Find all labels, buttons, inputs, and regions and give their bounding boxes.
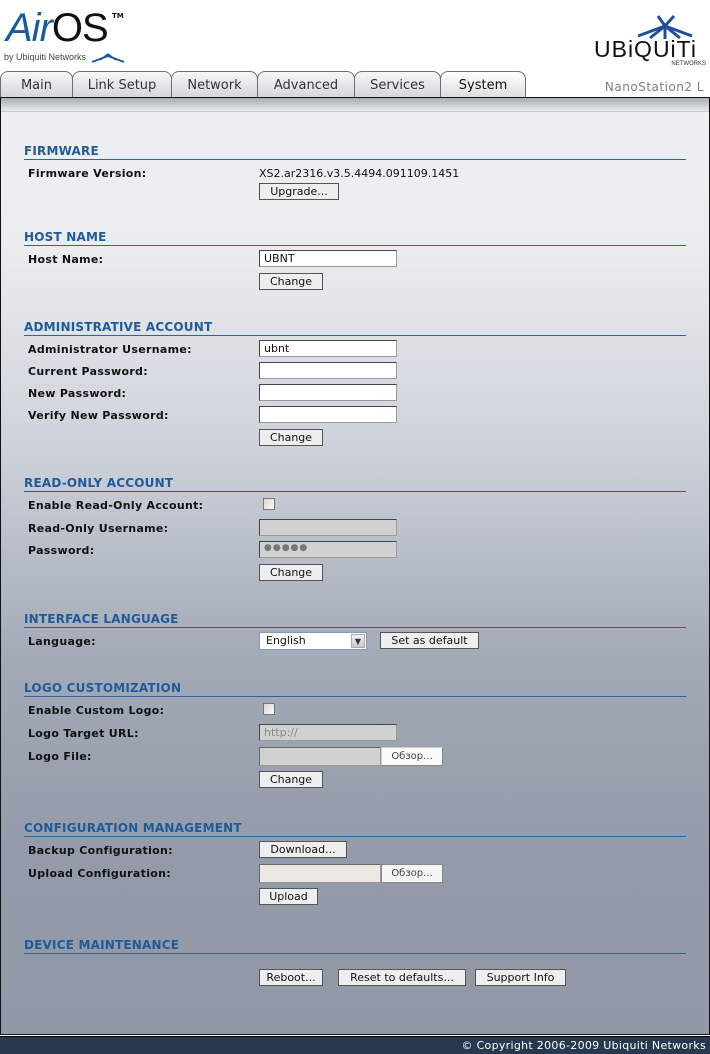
logo-file-row: Logo File: Обзор... [24,747,686,767]
tab-main[interactable]: Main [0,71,73,98]
upload-config-row: Upload Configuration: Обзор... [24,864,686,884]
section-title: LOGO CUSTOMIZATION [24,681,686,697]
verify-password-row: Verify New Password: [24,406,686,426]
section-title: INTERFACE LANGUAGE [24,612,686,628]
backup-config-row: Backup Configuration: Download... [24,841,686,861]
current-password-row: Current Password: [24,362,686,382]
set-default-language-button[interactable]: Set as default [380,632,479,649]
logo-url-input[interactable] [259,724,397,741]
readonly-password-label: Password: [28,544,95,557]
logo-url-row: Logo Target URL: [24,724,686,744]
section-title: DEVICE MAINTENANCE [24,938,686,954]
admin-username-label: Administrator Username: [28,343,192,356]
section-title: ADMINISTRATIVE ACCOUNT [24,320,686,336]
reboot-button[interactable]: Reboot... [259,969,323,986]
new-password-input[interactable] [259,384,397,401]
download-config-button[interactable]: Download... [259,841,347,858]
logo-file-input[interactable] [259,747,381,766]
logo-file-label: Logo File: [28,750,92,763]
language-selected-value: English [266,634,306,647]
tab-advanced[interactable]: Advanced [257,71,355,98]
firmware-section: FIRMWARE Firmware Version: XS2.ar2316.v3… [24,144,686,200]
config-management-section: CONFIGURATION MANAGEMENT Backup Configur… [24,821,686,905]
logo-change-button[interactable]: Change [259,771,323,788]
airos-logo: AirOS TM by Ubiquiti Networks [4,4,134,64]
tab-link-setup[interactable]: Link Setup [72,71,172,98]
host-name-section: HOST NAME Host Name: Change [24,230,686,290]
firmware-version-value: XS2.ar2316.v3.5.4494.091109.1451 [259,167,460,180]
ubiquiti-logo-word: UBiQUiTi [594,36,697,62]
logo-url-label: Logo Target URL: [28,727,139,740]
panel-top-band [1,98,709,112]
readonly-account-section: READ-ONLY ACCOUNT Enable Read-Only Accou… [24,476,686,581]
custom-logo-enable-checkbox[interactable] [263,703,275,715]
new-password-row: New Password: [24,384,686,404]
verify-password-input[interactable] [259,406,397,423]
upload-config-button[interactable]: Upload [259,888,318,905]
new-password-label: New Password: [28,387,127,400]
upload-config-browse-button[interactable]: Обзор... [381,864,443,883]
section-title: FIRMWARE [24,144,686,160]
logo-file-browse-button[interactable]: Обзор... [381,747,443,766]
readonly-password-input[interactable]: ●●●●● [259,541,397,558]
current-password-input[interactable] [259,362,397,379]
current-password-label: Current Password: [28,365,148,378]
upgrade-button[interactable]: Upgrade... [259,183,339,200]
airos-logo-air: Air [6,6,53,50]
custom-logo-enable-row: Enable Custom Logo: [24,701,686,721]
section-title: READ-ONLY ACCOUNT [24,476,686,492]
copyright-text: © Copyright 2006-2009 Ubiquiti Networks [461,1039,706,1052]
support-info-button[interactable]: Support Info [475,969,566,986]
device-maintenance-section: DEVICE MAINTENANCE Reboot... Reset to de… [24,938,686,986]
upload-config-file-input[interactable] [259,864,381,883]
upload-config-label: Upload Configuration: [28,867,171,880]
readonly-username-row: Read-Only Username: [24,519,686,539]
host-name-row: Host Name: [24,250,686,270]
admin-username-row: Administrator Username: [24,340,686,360]
reset-defaults-button[interactable]: Reset to defaults... [338,969,466,986]
footer: © Copyright 2006-2009 Ubiquiti Networks [0,1036,710,1054]
chevron-down-icon[interactable]: ▼ [351,634,365,648]
custom-logo-enable-label: Enable Custom Logo: [28,704,165,717]
host-name-input[interactable] [259,250,397,267]
system-panel: FIRMWARE Firmware Version: XS2.ar2316.v3… [0,97,710,1035]
readonly-username-label: Read-Only Username: [28,522,169,535]
tab-network[interactable]: Network [171,71,258,98]
logo-customization-section: LOGO CUSTOMIZATION Enable Custom Logo: L… [24,681,686,788]
header: AirOS TM by Ubiquiti Networks UBiQUiTi N… [0,0,710,72]
trademark-mark: TM [112,12,124,20]
readonly-change-button[interactable]: Change [259,564,323,581]
host-name-label: Host Name: [28,253,104,266]
device-name: NanoStation2 L [604,80,704,94]
readonly-password-row: Password: ●●●●● [24,541,686,561]
firmware-version-row: Firmware Version: XS2.ar2316.v3.5.4494.0… [24,164,686,184]
dish-icon [91,53,125,63]
admin-change-button[interactable]: Change [259,429,323,446]
language-label: Language: [28,635,96,648]
firmware-version-label: Firmware Version: [28,167,147,180]
verify-password-label: Verify New Password: [28,409,169,422]
airos-logo-byline: by Ubiquiti Networks [4,52,87,62]
section-title: HOST NAME [24,230,686,246]
readonly-enable-checkbox[interactable] [263,498,275,510]
readonly-username-input[interactable] [259,519,397,536]
tab-bar: Main Link Setup Network Advanced Service… [0,71,526,98]
interface-language-section: INTERFACE LANGUAGE Language: English ▼ S… [24,612,686,650]
language-select[interactable]: English ▼ [259,632,367,650]
readonly-enable-label: Enable Read-Only Account: [28,499,204,512]
host-name-change-button[interactable]: Change [259,273,323,290]
admin-account-section: ADMINISTRATIVE ACCOUNT Administrator Use… [24,320,686,446]
ubiquiti-logo: UBiQUiTi NETWORKS [592,14,708,72]
readonly-enable-row: Enable Read-Only Account: [24,496,686,516]
ubiquiti-logo-sub: NETWORKS [671,61,706,67]
airos-logo-os: OS [51,6,109,50]
admin-username-input[interactable] [259,340,397,357]
tab-services[interactable]: Services [354,71,441,98]
section-title: CONFIGURATION MANAGEMENT [24,821,686,837]
backup-config-label: Backup Configuration: [28,844,173,857]
language-row: Language: English ▼ Set as default [24,632,686,652]
tab-system[interactable]: System [440,71,526,98]
